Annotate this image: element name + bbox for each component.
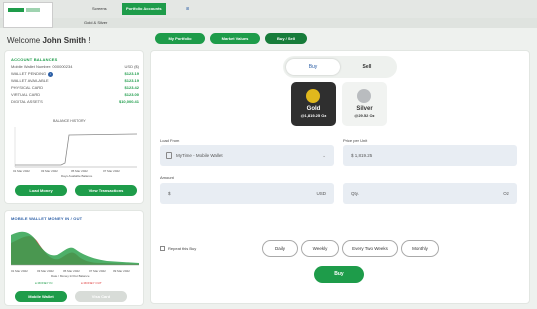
repeat-buy-label: Repeat this Buy [168,246,197,251]
frequency-weekly[interactable]: Weekly [301,240,339,257]
money-in-out-chart [11,231,139,266]
gold-coin-icon [306,89,320,103]
balance-history-title: BALANCE HISTORY [53,119,86,123]
visa-card-button[interactable]: Visa Card [75,291,127,302]
balance-label: VIRTUAL CARD [11,92,41,97]
account-balances-card: ACCOUNT BALANCES Mobile Wallet Number: 0… [4,50,144,204]
amount-suffix: USD [316,191,326,196]
wallet-money-title: MOBILE WALLET MONEY IN / OUT [11,216,83,221]
tab-icon[interactable]: ⊞ [182,3,193,15]
amount-prefix: $ [168,191,171,196]
x-tick: 07 Mar 2022 [89,269,106,273]
qty-label: Qty. [351,191,359,196]
balance-row: Mobile Wallet Number: 000000234 USD ($) [11,63,139,70]
x-tick: 09 Mar 2022 [113,269,130,273]
qty-suffix: Oz [503,191,509,196]
sub-tab-gold-silver-label: Gold & Silver [84,20,108,25]
balance-value: USD ($) [124,64,139,69]
user-name: John Smith [42,36,86,45]
load-from-select[interactable]: MyTime - Mobile Wallet ⌄ [160,145,334,166]
balance-value: $10,000.41 [118,99,139,104]
tab-screens-label: Screens [92,6,107,11]
silver-coin-icon [357,89,371,103]
gold-price: @1,819.25 Oz [300,113,327,118]
balance-label: PHYSICAL CARD [11,85,44,90]
chevron-down-icon: ⌄ [322,153,326,158]
x-tick: 05 Mar 2022 [63,269,80,273]
frequency-monthly[interactable]: Monthly [401,240,439,257]
balance-row: WALLET PENDING i $123.19 [11,70,139,77]
buy-sell-toggle: Buy Sell [283,56,397,78]
sub-tab-bar: Gold & Silver [0,18,537,28]
welcome-suffix: ! [88,36,91,45]
load-money-button[interactable]: Load Money [15,185,67,196]
silver-name: Silver [356,106,373,112]
load-from-label: Load From [160,138,180,143]
amount-input[interactable]: $ USD [160,183,334,204]
balance-row: VIRTUAL CARD $123.00 [11,91,139,98]
frequency-every-two-weeks[interactable]: Every Two Weeks [342,240,398,257]
sub-tab-gold-silver[interactable]: Gold & Silver [80,18,111,28]
balance-value: $123.42 [124,85,139,90]
repeat-buy-checkbox[interactable] [160,246,165,251]
frequency-daily[interactable]: Daily [262,240,298,257]
x-tick: 01 Mar 2022 [13,169,30,173]
balance-row: PHYSICAL CARD $123.42 [11,84,139,91]
legend-money-out: ● MONEY OUT [81,281,102,285]
price-per-unit-label: Price per Unit [343,138,368,143]
legend-money-in: ● MONEY IN [35,281,53,285]
welcome-prefix: Welcome [7,36,41,45]
buy-submit-button[interactable]: Buy [314,266,364,283]
x-tick: 03 Mar 2022 [37,269,54,273]
balance-value: $123.19 [124,78,139,83]
balance-label: WALLET PENDING [11,71,47,76]
x-tick: 07 Mar 2022 [103,169,120,173]
sell-toggle-option[interactable]: Sell [340,59,394,75]
gold-card[interactable]: Gold @1,819.25 Oz [291,82,336,126]
view-transactions-button[interactable]: View Transactions [75,185,137,196]
x-axis-caption: Days Available Balance [61,174,93,178]
tab-screens[interactable]: Screens [88,3,111,15]
amount-label: Amount [160,175,174,180]
x-tick: 01 Mar 2022 [11,269,28,273]
legend-money-out-label: MONEY OUT [83,281,102,285]
balance-value: $123.19 [124,71,139,76]
price-per-unit-field: $ 1,819.25 [343,145,517,166]
welcome-text: Welcome John Smith ! [7,36,90,45]
x-tick: 05 Mar 2022 [71,169,88,173]
mobile-wallet-button[interactable]: Mobile Wallet [15,291,67,302]
price-per-unit-value: $ 1,819.25 [351,153,373,158]
balance-label: Mobile Wallet Number: 000000234 [11,64,73,69]
x-axis-caption: Date / Money In/Out Balance [51,274,90,278]
tab-bar: Screens Portfolio Accounts ⊞ [0,0,537,18]
gold-name: Gold [306,106,321,112]
market-values-button[interactable]: Market Values [210,33,260,44]
balance-row: WALLET AVAILABLE $123.19 [11,77,139,84]
silver-price: @29.52 Oz [354,113,375,118]
balance-row: DIGITAL ASSETS $10,000.41 [11,98,139,105]
balance-history-chart [14,127,138,168]
silver-card[interactable]: Silver @29.52 Oz [342,82,387,126]
buy-toggle-option[interactable]: Buy [286,59,340,75]
tab-portfolio-accounts[interactable]: Portfolio Accounts [122,3,166,15]
balance-label: WALLET AVAILABLE [11,78,49,83]
tab-portfolio-label: Portfolio Accounts [126,6,162,11]
wallet-money-card: MOBILE WALLET MONEY IN / OUT 01 Mar 2022… [4,210,144,306]
account-balances-title: ACCOUNT BALANCES [11,57,58,62]
buy-sell-button[interactable]: Buy / Sell [265,33,307,44]
balance-label: DIGITAL ASSETS [11,99,43,104]
qty-input[interactable]: Qty. Oz [343,183,517,204]
my-portfolio-button[interactable]: My Portfolio [155,33,205,44]
balance-value: $123.00 [124,92,139,97]
logo-thumbnail [3,2,53,28]
wallet-icon [166,152,172,159]
load-from-value: MyTime - Mobile Wallet [176,153,223,158]
x-tick: 03 Mar 2022 [41,169,58,173]
legend-money-in-label: MONEY IN [37,281,53,285]
